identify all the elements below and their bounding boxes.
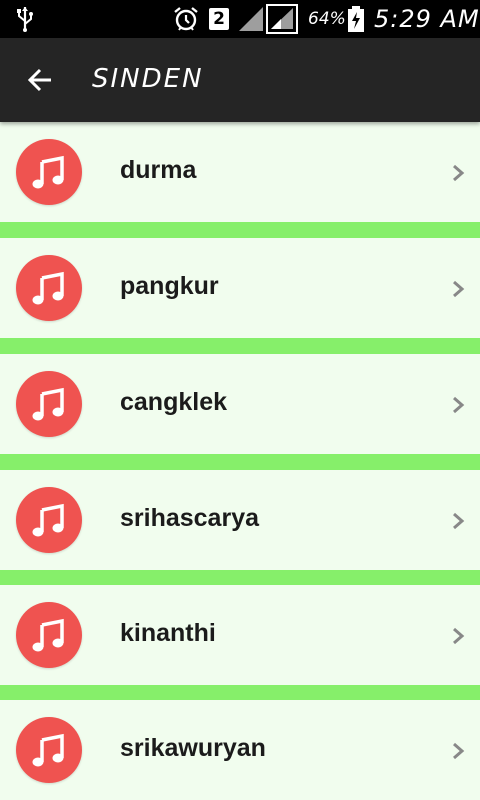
- chevron-right-icon: [448, 740, 468, 762]
- sim-number: 2: [209, 8, 229, 30]
- list-item-label: pangkur: [120, 272, 219, 300]
- page-title: SINDEN: [92, 64, 204, 94]
- list-item-srikawuryan[interactable]: srikawuryan: [0, 700, 480, 800]
- music-note-icon: [16, 717, 82, 783]
- app-bar: SINDEN: [0, 38, 480, 122]
- signal-strength-icon: [238, 0, 264, 38]
- battery-percentage: 64%: [308, 9, 346, 29]
- sim-indicator: 2: [209, 0, 229, 38]
- music-note-icon: [16, 255, 82, 321]
- chevron-right-icon: [448, 394, 468, 416]
- list-item-label: durma: [120, 156, 197, 184]
- music-note-icon: [16, 487, 82, 553]
- battery-charging-icon: [347, 0, 365, 38]
- list-item-label: srihascarya: [120, 504, 260, 532]
- list-item-pangkur[interactable]: pangkur: [0, 238, 480, 338]
- clock-time: 5:29 AM: [374, 5, 480, 33]
- list-item-label: srikawuryan: [120, 734, 266, 762]
- list-item-durma[interactable]: durma: [0, 122, 480, 222]
- back-button[interactable]: [18, 58, 62, 102]
- chevron-right-icon: [448, 510, 468, 532]
- usb-icon: [16, 0, 34, 38]
- music-note-icon: [16, 139, 82, 205]
- music-note-icon: [16, 602, 82, 668]
- list-item-label: cangklek: [120, 388, 228, 416]
- list-item-kinanthi[interactable]: kinanthi: [0, 585, 480, 685]
- music-note-icon: [16, 371, 82, 437]
- chevron-right-icon: [448, 162, 468, 184]
- list-item-srihascarya[interactable]: srihascarya: [0, 470, 480, 570]
- chevron-right-icon: [448, 278, 468, 300]
- song-list: durma pangkur cangklek srihascarya kinan…: [0, 122, 480, 800]
- list-item-cangklek[interactable]: cangklek: [0, 354, 480, 454]
- back-arrow-icon: [27, 68, 51, 92]
- list-item-label: kinanthi: [120, 619, 216, 647]
- signal-strength-icon: [266, 0, 298, 38]
- status-bar: 2 64% 5:29 AM: [0, 0, 480, 38]
- alarm-icon: [172, 0, 200, 38]
- chevron-right-icon: [448, 625, 468, 647]
